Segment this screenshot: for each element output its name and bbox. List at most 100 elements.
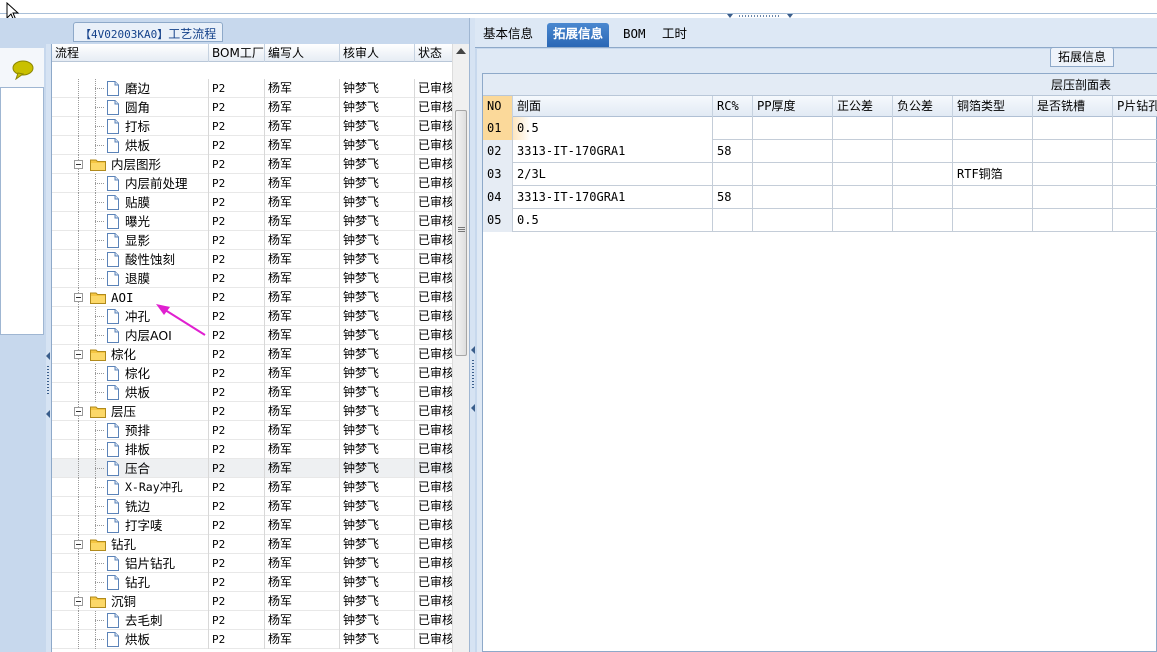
tree-node-cell[interactable]: 烘板: [52, 630, 209, 649]
tree-node-cell[interactable]: 烘板: [52, 383, 209, 402]
grid-cell-positive-tolerance[interactable]: [833, 186, 893, 209]
sub-tab-extended-info[interactable]: 拓展信息: [1050, 47, 1115, 67]
expander-icon[interactable]: [74, 597, 83, 606]
tree-row[interactable]: 沉铜 P2 杨军 钟梦飞 已审核: [52, 592, 452, 611]
grid-cell-positive-tolerance[interactable]: [833, 163, 893, 186]
tree-scrollbar[interactable]: [452, 44, 469, 652]
grid-cell-pp-thickness[interactable]: [753, 186, 833, 209]
grid-cell-pp-thickness[interactable]: [753, 140, 833, 163]
grid-row[interactable]: 05 0.5: [483, 209, 1157, 232]
grid-cell-section[interactable]: 3313-IT-170GRA1: [513, 186, 713, 209]
tree-node-cell[interactable]: 预排: [52, 421, 209, 440]
tree-row[interactable]: 烘板 P2 杨军 钟梦飞 已审核: [52, 136, 452, 155]
grid-cell-foil-type[interactable]: [953, 186, 1033, 209]
grid-cell-milled-slot[interactable]: [1033, 163, 1113, 186]
grid-cell-negative-tolerance[interactable]: [893, 209, 953, 232]
grid-cell-rc[interactable]: 58: [713, 186, 753, 209]
tree-row[interactable]: 棕化 P2 杨军 钟梦飞 已审核: [52, 364, 452, 383]
tree-node-cell[interactable]: 沉铜: [52, 592, 209, 611]
tree-node-cell[interactable]: 棕化: [52, 364, 209, 383]
grid-cell-no[interactable]: 01: [483, 117, 513, 140]
column-header-bom-factory[interactable]: BOM工厂: [209, 44, 265, 62]
tree-row[interactable]: 酸性蚀刻 P2 杨军 钟梦飞 已审核: [52, 250, 452, 269]
grid-cell-rc[interactable]: [713, 163, 753, 186]
grid-cell-milled-slot[interactable]: [1033, 209, 1113, 232]
tree-row[interactable]: 内层图形 P2 杨军 钟梦飞 已审核: [52, 155, 452, 174]
tree-node-cell[interactable]: 铝片钻孔: [52, 554, 209, 573]
tree-row[interactable]: 铣边 P2 杨军 钟梦飞 已审核: [52, 497, 452, 516]
tree-node-cell[interactable]: 棕化: [52, 345, 209, 364]
grid-column-milled-slot[interactable]: 是否铣槽: [1033, 96, 1113, 117]
grid-cell-negative-tolerance[interactable]: [893, 186, 953, 209]
grid-column-no[interactable]: NO: [483, 96, 513, 117]
tree-row[interactable]: 烘板 P2 杨军 钟梦飞 已审核: [52, 383, 452, 402]
tree-row[interactable]: 内层AOI P2 杨军 钟梦飞 已审核: [52, 326, 452, 345]
grid-cell-section[interactable]: 0.5: [513, 209, 713, 232]
tree-node-cell[interactable]: 排板: [52, 440, 209, 459]
tree-node-cell[interactable]: 去毛刺: [52, 611, 209, 630]
scrollbar-thumb[interactable]: [455, 110, 467, 356]
tree-node-cell[interactable]: 打标: [52, 117, 209, 136]
grid-cell-foil-type[interactable]: RTF铜箔: [953, 163, 1033, 186]
tree-row[interactable]: 层压 P2 杨军 钟梦飞 已审核: [52, 402, 452, 421]
tree-node-cell[interactable]: 内层图形: [52, 155, 209, 174]
tree-row[interactable]: 退膜 P2 杨军 钟梦飞 已审核: [52, 269, 452, 288]
grid-cell-pp-thickness[interactable]: [753, 209, 833, 232]
grid-cell-p-drill[interactable]: [1113, 163, 1157, 186]
tree-row[interactable]: 内层前处理 P2 杨军 钟梦飞 已审核: [52, 174, 452, 193]
grid-cell-section[interactable]: 2/3L: [513, 163, 713, 186]
grid-cell-pp-thickness[interactable]: [753, 117, 833, 140]
grid-cell-no[interactable]: 02: [483, 140, 513, 163]
tree-node-cell[interactable]: 铣边: [52, 497, 209, 516]
grid-cell-no[interactable]: 03: [483, 163, 513, 186]
expander-icon[interactable]: [74, 350, 83, 359]
tree-row[interactable]: 铝片钻孔 P2 杨军 钟梦飞 已审核: [52, 554, 452, 573]
tree-row[interactable]: 排板 P2 杨军 钟梦飞 已审核: [52, 440, 452, 459]
grid-column-negative-tolerance[interactable]: 负公差: [893, 96, 953, 117]
tree-row[interactable]: 磨边 P2 杨军 钟梦飞 已审核: [52, 79, 452, 98]
tree-node-cell[interactable]: 层压: [52, 402, 209, 421]
grid-column-rc[interactable]: RC%: [713, 96, 753, 117]
tree-row[interactable]: 圆角 P2 杨军 钟梦飞 已审核: [52, 98, 452, 117]
grid-cell-p-drill[interactable]: [1113, 140, 1157, 163]
tree-row[interactable]: X-Ray冲孔 P2 杨军 钟梦飞 已审核: [52, 478, 452, 497]
grid-column-pp-thickness[interactable]: PP厚度: [753, 96, 833, 117]
tree-row[interactable]: 烘板 P2 杨军 钟梦飞 已审核: [52, 630, 452, 649]
tab-bom[interactable]: BOM: [617, 23, 652, 47]
chat-button[interactable]: [0, 48, 44, 88]
grid-column-p-drill[interactable]: P片钻孔: [1113, 96, 1157, 117]
grid-cell-positive-tolerance[interactable]: [833, 140, 893, 163]
tree-row[interactable]: 打字唛 P2 杨军 钟梦飞 已审核: [52, 516, 452, 535]
tree-node-cell[interactable]: 圆角: [52, 98, 209, 117]
grid-cell-milled-slot[interactable]: [1033, 140, 1113, 163]
tree-row[interactable]: 打标 P2 杨军 钟梦飞 已审核: [52, 117, 452, 136]
grid-cell-positive-tolerance[interactable]: [833, 117, 893, 140]
tab-basic-info[interactable]: 基本信息: [477, 23, 539, 47]
scroll-up-arrow-icon[interactable]: [456, 48, 466, 54]
grid-cell-foil-type[interactable]: [953, 140, 1033, 163]
grid-cell-no[interactable]: 05: [483, 209, 513, 232]
grid-cell-negative-tolerance[interactable]: [893, 163, 953, 186]
tree-node-cell[interactable]: 内层前处理: [52, 174, 209, 193]
tree-row[interactable]: 压合 P2 杨军 钟梦飞 已审核: [52, 459, 452, 478]
grid-cell-negative-tolerance[interactable]: [893, 117, 953, 140]
grid-cell-p-drill[interactable]: [1113, 209, 1157, 232]
grid-cell-pp-thickness[interactable]: [753, 163, 833, 186]
tree-node-cell[interactable]: 钻孔: [52, 573, 209, 592]
grid-column-foil-type[interactable]: 铜箔类型: [953, 96, 1033, 117]
grid-cell-negative-tolerance[interactable]: [893, 140, 953, 163]
grid-cell-rc[interactable]: 58: [713, 140, 753, 163]
column-header-reviewer[interactable]: 核审人: [340, 44, 415, 62]
tree-row[interactable]: 冲孔 P2 杨军 钟梦飞 已审核: [52, 307, 452, 326]
tree-node-cell[interactable]: 酸性蚀刻: [52, 250, 209, 269]
tree-row[interactable]: 去毛刺 P2 杨军 钟梦飞 已审核: [52, 611, 452, 630]
tree-row[interactable]: 钻孔 P2 杨军 钟梦飞 已审核: [52, 535, 452, 554]
tree-node-cell[interactable]: 磨边: [52, 79, 209, 98]
grid-cell-rc[interactable]: [713, 209, 753, 232]
grid-row[interactable]: 04 3313-IT-170GRA1 58: [483, 186, 1157, 209]
grid-row[interactable]: 03 2/3L RTF铜箔: [483, 163, 1157, 186]
grid-cell-rc[interactable]: [713, 117, 753, 140]
expander-icon[interactable]: [74, 293, 83, 302]
tree-node-cell[interactable]: 退膜: [52, 269, 209, 288]
tree-node-cell[interactable]: 贴膜: [52, 193, 209, 212]
